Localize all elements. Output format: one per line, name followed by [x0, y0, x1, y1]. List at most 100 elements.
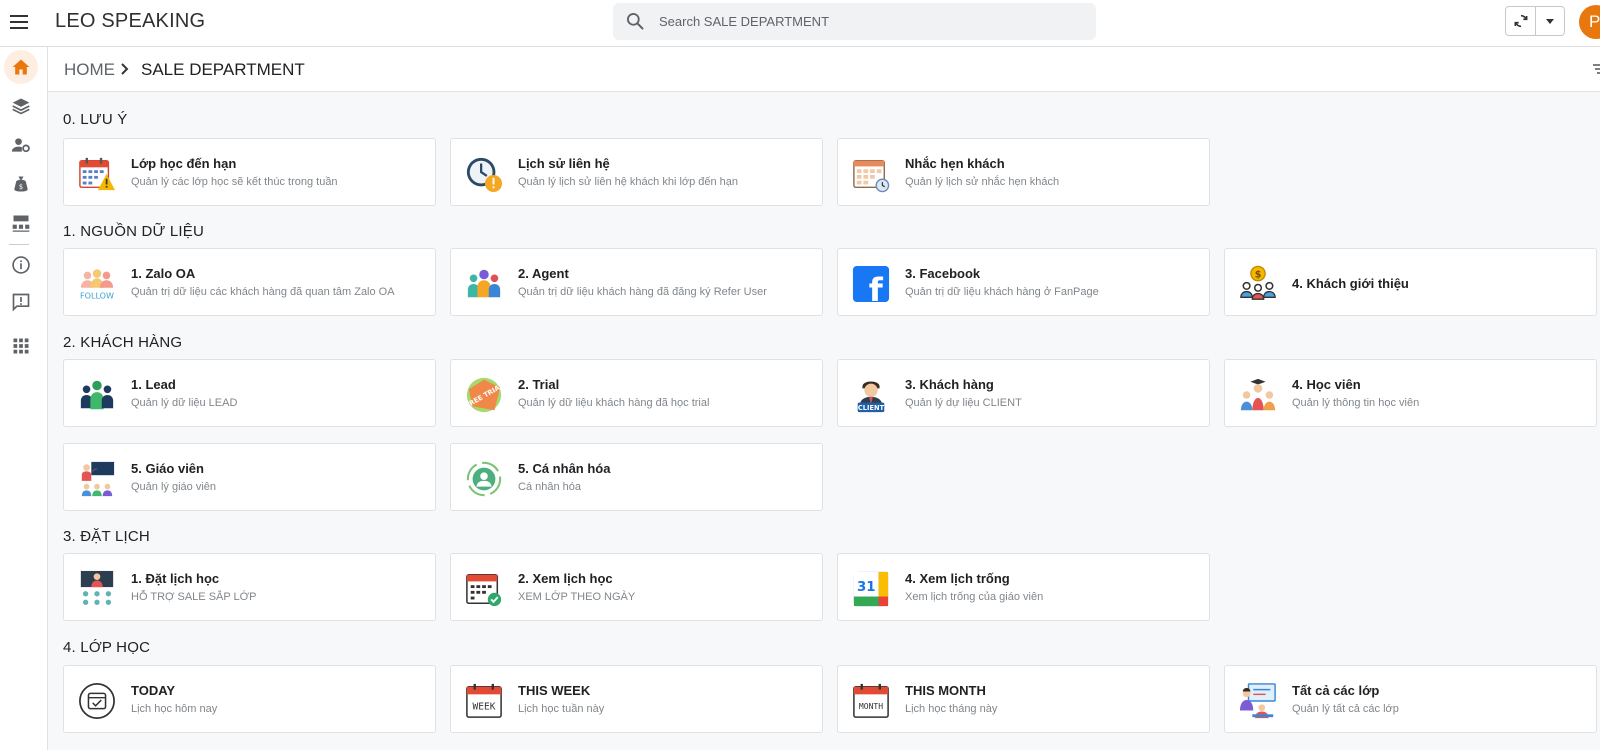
sidebar-divider [9, 244, 29, 245]
card-title: THIS WEEK [518, 683, 591, 698]
search-input[interactable] [659, 3, 1079, 40]
card-description: Quản lý dự liệu CLIENT [905, 397, 1022, 409]
sidebar-item-user-settings[interactable] [4, 128, 38, 162]
card-today[interactable]: TODAY Lịch học hôm nay [63, 665, 436, 733]
sync-options-dropdown[interactable] [1536, 7, 1564, 35]
card-customer-reminder[interactable]: Nhắc hẹn khách Quản lý lịch sử nhắc hẹn … [837, 138, 1210, 206]
svg-text:$: $ [19, 183, 23, 191]
card-agent[interactable]: 2. Agent Quản trị dữ liệu khách hàng đã … [450, 248, 823, 316]
card-description: XEM LỚP THEO NGÀY [518, 591, 636, 603]
calendar-warning-icon [78, 155, 116, 193]
sync-button[interactable] [1506, 7, 1536, 35]
week-calendar-icon: WEEK [465, 682, 503, 720]
card-title: 5. Giáo viên [131, 461, 204, 476]
section-title-notes: 0. LƯU Ý [63, 111, 128, 128]
card-description: Lịch học tuần này [518, 703, 605, 715]
card-personalization[interactable]: 5. Cá nhân hóa Cá nhân hóa [450, 443, 823, 511]
app-title: LEO SPEAKING [55, 10, 206, 32]
card-zalo-oa[interactable]: FOLLOW 1. Zalo OA Quản trị dữ liệu các k… [63, 248, 436, 316]
card-title: 2. Trial [518, 377, 560, 392]
card-title: TODAY [131, 683, 176, 698]
sidebar-item-finance[interactable]: $ [4, 167, 38, 201]
layers-icon [12, 98, 30, 115]
card-title: 1. Lead [131, 377, 176, 392]
card-book-class[interactable]: 1. Đặt lịch học HỖ TRỢ SALE SẮP LỚP [63, 553, 436, 621]
filter-icon[interactable] [1593, 63, 1600, 75]
apps-grid-icon [13, 338, 29, 354]
left-sidebar: $ [0, 47, 48, 750]
teacher-icon [78, 460, 116, 498]
card-description: Quản trị dữ liệu các khách hàng đã quan … [131, 286, 395, 298]
student-group-icon [1239, 376, 1277, 414]
sidebar-item-feedback[interactable] [4, 285, 38, 319]
card-trial[interactable]: FREE TRIAL 2. Trial Quản lý dữ liệu khác… [450, 359, 823, 427]
breadcrumb: HOME SALE DEPARTMENT [48, 47, 1600, 92]
card-description: Quản trị dữ liệu khách hàng đã đăng ký R… [518, 286, 767, 298]
all-classes-icon [1239, 682, 1277, 720]
card-title: 2. Xem lịch học [518, 571, 613, 586]
chevron-right-icon [121, 63, 129, 75]
card-description: Quản lý lịch sử liên hệ khách khi lớp đế… [518, 176, 739, 188]
agent-group-icon [465, 265, 503, 303]
breadcrumb-home-link[interactable]: HOME [64, 60, 115, 80]
search-icon [627, 13, 644, 30]
card-description: Quản lý tất cả các lớp [1292, 703, 1399, 715]
card-due-classes[interactable]: Lớp học đến hạn Quản lý các lớp học sẽ k… [63, 138, 436, 206]
month-calendar-icon: MONTH [852, 682, 890, 720]
client-icon: CLIENT [852, 376, 890, 414]
free-trial-icon: FREE TRIAL [465, 376, 503, 414]
sidebar-item-info[interactable] [4, 248, 38, 282]
personalize-icon [465, 460, 503, 498]
card-description: Quản lý lịch sử nhắc hẹn khách [905, 176, 1060, 188]
sitemap-icon [12, 215, 30, 232]
svg-text:f: f [869, 271, 884, 303]
card-students[interactable]: 4. Học viên Quản lý thông tin học viên [1224, 359, 1597, 427]
card-description: Quản lý các lớp học sẽ kết thúc trong tu… [131, 176, 338, 188]
card-title: Tất cả các lớp [1292, 683, 1380, 698]
svg-text:CLIENT: CLIENT [858, 404, 885, 412]
card-description: Quản trị dữ liệu khách hàng ở FanPage [905, 286, 1099, 298]
money-bag-icon: $ [14, 176, 28, 192]
search-bar [613, 3, 1096, 40]
card-this-month[interactable]: MONTH THIS MONTH Lịch học tháng này [837, 665, 1210, 733]
google-calendar-icon: 31 [852, 570, 890, 608]
card-view-free-slots[interactable]: 31 4. Xem lịch trống Xem lịch trống của … [837, 553, 1210, 621]
sidebar-item-layers[interactable] [4, 89, 38, 123]
svg-text:MONTH: MONTH [859, 702, 883, 711]
card-title: Lịch sử liên hệ [518, 156, 610, 171]
card-title: 3. Facebook [905, 266, 981, 281]
section-title-data-sources: 1. NGUỒN DỮ LIỆU [63, 223, 205, 240]
card-customers[interactable]: CLIENT 3. Khách hàng Quản lý dự liệu CLI… [837, 359, 1210, 427]
sidebar-item-home[interactable] [4, 50, 38, 84]
lead-group-icon [78, 376, 116, 414]
referral-coin-icon: $ [1239, 265, 1277, 303]
sidebar-item-organization[interactable] [4, 206, 38, 240]
card-view-schedule[interactable]: 2. Xem lịch học XEM LỚP THEO NGÀY [450, 553, 823, 621]
card-title: 2. Agent [518, 266, 569, 281]
card-title: THIS MONTH [905, 683, 986, 698]
card-description: Cá nhân hóa [518, 481, 581, 493]
hamburger-menu-icon[interactable] [6, 9, 32, 35]
card-title: 5. Cá nhân hóa [518, 461, 611, 476]
zalo-follow-icon: FOLLOW [78, 265, 116, 303]
today-calendar-icon [78, 682, 116, 720]
sidebar-item-apps[interactable] [4, 329, 38, 363]
sync-button-group [1505, 6, 1565, 36]
card-description: Quản lý dữ liệu khách hàng đã học trial [518, 397, 710, 409]
card-teachers[interactable]: 5. Giáo viên Quản lý giáo viên [63, 443, 436, 511]
card-contact-history[interactable]: Lịch sử liên hệ Quản lý lịch sử liên hệ … [450, 138, 823, 206]
card-all-classes[interactable]: Tất cả các lớp Quản lý tất cả các lớp [1224, 665, 1597, 733]
calendar-clock-icon [852, 155, 890, 193]
card-facebook[interactable]: f 3. Facebook Quản trị dữ liệu khách hàn… [837, 248, 1210, 316]
card-title: Nhắc hẹn khách [905, 156, 1005, 171]
user-avatar[interactable]: P [1579, 5, 1600, 39]
schedule-class-icon [78, 570, 116, 608]
card-title: 1. Zalo OA [131, 266, 196, 281]
sync-icon [1514, 14, 1528, 28]
card-lead[interactable]: 1. Lead Quản lý dữ liệu LEAD [63, 359, 436, 427]
card-title: 3. Khách hàng [905, 377, 994, 392]
card-description: Lịch học hôm nay [131, 703, 218, 715]
card-this-week[interactable]: WEEK THIS WEEK Lịch học tuần này [450, 665, 823, 733]
card-referral-customers[interactable]: $ 4. Khách giới thiệu [1224, 248, 1597, 316]
clock-alert-icon [465, 155, 503, 193]
